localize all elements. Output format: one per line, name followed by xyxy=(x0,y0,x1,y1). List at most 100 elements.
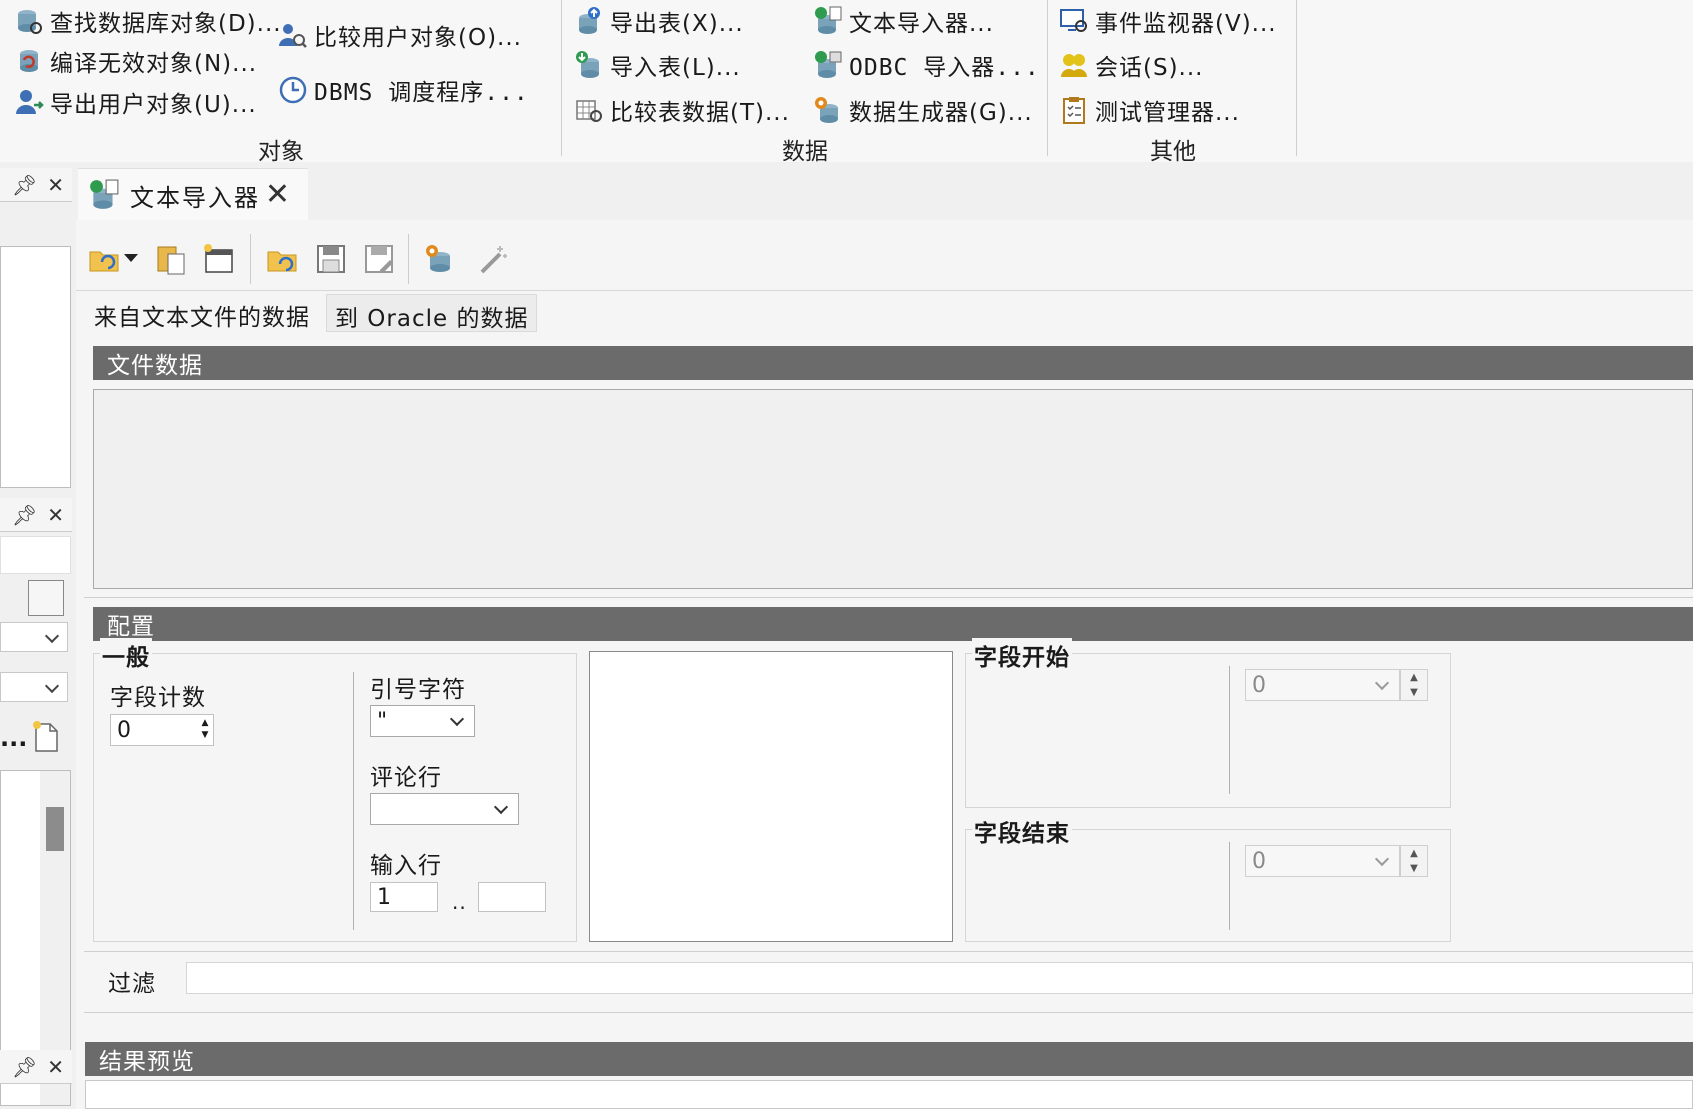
panel-header: 📌︎ ✕ xyxy=(0,168,72,202)
pin-icon[interactable]: 📌︎ xyxy=(12,1055,37,1079)
close-icon[interactable]: ✕ xyxy=(47,173,64,197)
open-folder-icon[interactable] xyxy=(88,242,122,276)
new-document-icon[interactable] xyxy=(30,720,62,754)
checkbox[interactable] xyxy=(28,580,64,616)
event-monitor-label: 事件监视器(V)... xyxy=(1095,11,1277,37)
event-monitor-button[interactable]: 事件监视器(V)... xyxy=(1059,4,1277,38)
field-start-spinner[interactable]: ▲ ▼ xyxy=(1400,669,1428,701)
database-settings-icon[interactable] xyxy=(422,242,456,276)
type-select[interactable] xyxy=(0,672,68,702)
comment-line-select[interactable] xyxy=(370,793,519,825)
pin-icon[interactable]: 📌︎ xyxy=(12,503,37,527)
more-label[interactable]: ... xyxy=(0,724,27,752)
toolbar-separator xyxy=(250,234,251,284)
export-user-objects-button[interactable]: 导出用户对象(U)... xyxy=(14,85,257,119)
table-export-icon xyxy=(579,7,600,34)
sessions-label: 会话(S)... xyxy=(1095,55,1204,81)
delimiter-list[interactable] xyxy=(589,651,953,942)
field-start-separator xyxy=(1229,666,1230,794)
field-count-input[interactable]: 0 ▲ ▼ xyxy=(110,714,214,746)
divider xyxy=(84,597,1693,598)
field-end-separator xyxy=(1229,842,1230,930)
odbc-importer-button[interactable]: ODBC 导入器... xyxy=(813,48,1040,82)
ribbon-separator xyxy=(561,0,562,156)
input-line-range-separator: .. xyxy=(452,890,467,914)
text-importer-label: 文本导入器... xyxy=(849,11,994,37)
pin-icon[interactable]: 📌︎ xyxy=(12,173,37,197)
file-data-header: 文件数据 xyxy=(93,346,1693,380)
dbms-scheduler-button[interactable]: DBMS 调度程序... xyxy=(278,73,529,107)
monitor-icon xyxy=(1060,9,1087,32)
find-db-objects-button[interactable]: 查找数据库对象(D)... xyxy=(14,4,282,38)
dropdown-arrow-icon[interactable] xyxy=(124,254,138,262)
tab-close-icon[interactable]: ✕ xyxy=(265,177,290,212)
chevron-down-icon xyxy=(1374,675,1390,691)
compare-table-data-button[interactable]: 比较表数据(T)... xyxy=(574,93,790,127)
field-start-title: 字段开始 xyxy=(972,638,1072,672)
data-generator-label: 数据生成器(G)... xyxy=(849,100,1033,126)
sessions-icon xyxy=(1061,54,1087,77)
save-as-icon[interactable] xyxy=(362,242,396,276)
ribbon-group-objects-label: 对象 xyxy=(258,139,304,165)
field-end-spinner[interactable]: ▲ ▼ xyxy=(1400,845,1428,877)
divider xyxy=(84,1012,1693,1013)
tab-data-from-text-file[interactable]: 来自文本文件的数据 xyxy=(86,294,318,332)
field-end-select[interactable]: 0 xyxy=(1245,845,1400,877)
chevron-down-icon xyxy=(1374,851,1390,867)
export-user-objects-label: 导出用户对象(U)... xyxy=(50,92,257,118)
chevron-down-icon xyxy=(449,711,465,727)
field-end-value: 0 xyxy=(1252,848,1266,874)
text-import-icon xyxy=(90,179,119,209)
general-separator xyxy=(353,672,354,930)
input-line-from-value: 1 xyxy=(377,884,391,910)
close-icon[interactable]: ✕ xyxy=(47,503,64,527)
magic-wand-icon[interactable] xyxy=(476,242,510,276)
results-preview-header: 结果预览 xyxy=(85,1042,1693,1076)
data-generator-button[interactable]: 数据生成器(G)... xyxy=(813,93,1033,127)
table-compare-icon xyxy=(576,100,602,122)
text-importer-button[interactable]: 文本导入器... xyxy=(813,4,994,38)
toolbar-separator xyxy=(408,234,409,284)
compare-user-objects-button[interactable]: 比较用户对象(O)... xyxy=(278,18,522,52)
object-list[interactable] xyxy=(0,246,71,488)
odbc-import-icon xyxy=(815,51,842,78)
export-tables-label: 导出表(X)... xyxy=(610,11,744,37)
scrollbar-thumb[interactable] xyxy=(46,807,64,851)
importer-subtabs: 来自文本文件的数据 到 Oracle 的数据 xyxy=(86,294,538,332)
filter-label: 过滤 xyxy=(108,971,156,997)
chevron-down-icon xyxy=(493,799,509,815)
input-line-to[interactable] xyxy=(478,882,546,912)
database-gear-icon xyxy=(815,97,838,123)
ribbon-separator xyxy=(1047,0,1048,156)
tab-title: 文本导入器 xyxy=(130,183,260,212)
paste-icon[interactable] xyxy=(154,242,188,276)
new-window-icon[interactable] xyxy=(202,242,236,276)
export-tables-button[interactable]: 导出表(X)... xyxy=(574,4,744,38)
field-count-spinner[interactable]: ▲ ▼ xyxy=(199,717,211,743)
document-tabstrip xyxy=(73,162,1693,218)
quote-char-select[interactable]: " xyxy=(370,705,475,737)
filter-input[interactable] xyxy=(186,962,1693,994)
table-import-icon xyxy=(576,51,599,78)
compare-user-objects-label: 比较用户对象(O)... xyxy=(314,25,522,51)
tab-data-to-oracle[interactable]: 到 Oracle 的数据 xyxy=(326,294,538,332)
sessions-button[interactable]: 会话(S)... xyxy=(1059,48,1203,82)
field-start-select[interactable]: 0 xyxy=(1245,669,1400,701)
ribbon-separator xyxy=(1296,0,1297,156)
input-line-from[interactable]: 1 xyxy=(370,882,438,912)
import-tables-button[interactable]: 导入表(L)... xyxy=(574,48,741,82)
compile-invalid-button[interactable]: 编译无效对象(N)... xyxy=(14,44,257,78)
test-manager-button[interactable]: 测试管理器... xyxy=(1059,93,1240,127)
ribbon: 查找数据库对象(D)... 编译无效对象(N)... 导出用户对象(U)... … xyxy=(0,0,1693,165)
file-data-area[interactable] xyxy=(93,389,1693,589)
save-icon[interactable] xyxy=(314,242,348,276)
owner-select[interactable] xyxy=(0,622,68,652)
tab-text-importer[interactable]: 文本导入器 ✕ xyxy=(78,168,308,221)
load-template-icon[interactable] xyxy=(266,242,300,276)
comment-line-label: 评论行 xyxy=(370,765,442,791)
close-icon[interactable]: ✕ xyxy=(47,1055,64,1079)
filter-input[interactable] xyxy=(0,536,71,574)
database-search-icon xyxy=(18,10,42,34)
odbc-importer-label: ODBC 导入器... xyxy=(849,55,1040,81)
results-preview-grid[interactable] xyxy=(85,1080,1693,1109)
